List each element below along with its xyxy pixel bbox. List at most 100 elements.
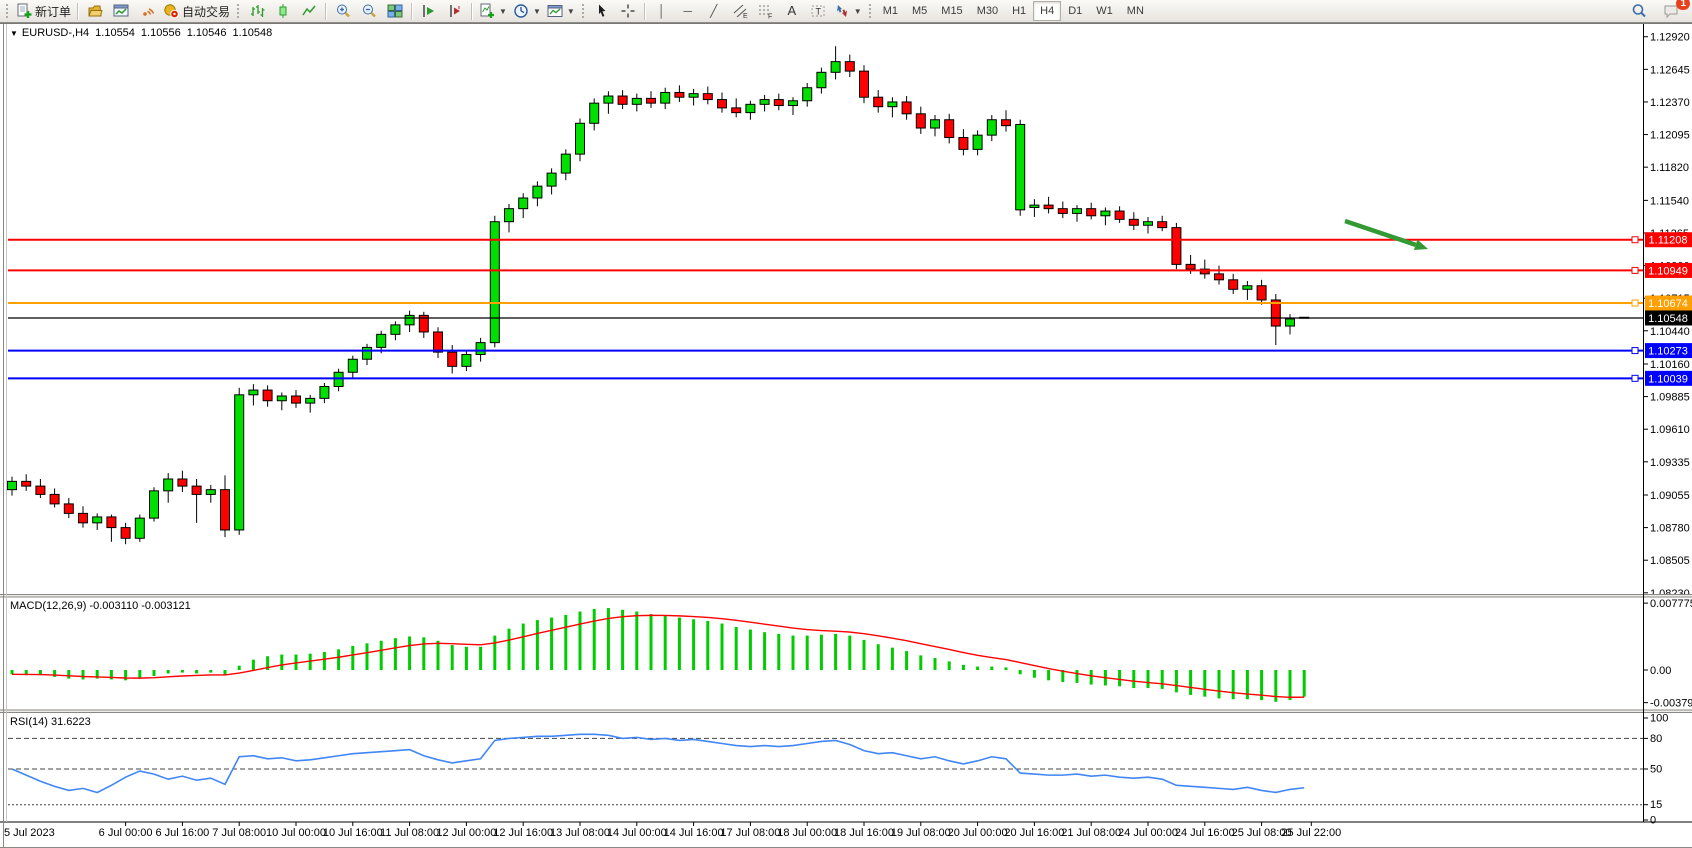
timeframe-w1-button[interactable]: W1 [1089,1,1120,21]
symbol-dropdown-icon[interactable]: ▼ [10,29,18,38]
templates-button[interactable]: ▼ [544,0,578,22]
line-chart-icon [301,3,317,19]
candlestick [916,114,925,128]
profiles-icon [87,3,103,19]
timeframe-d1-button[interactable]: D1 [1061,1,1089,21]
bar-open-value: 1.10554 [95,27,135,39]
timeframe-h4-button[interactable]: H4 [1033,1,1061,21]
toolbar-grip[interactable] [868,3,873,19]
candlestick [249,390,258,395]
candlestick-chart-button[interactable] [270,0,296,22]
line-price-label-text: 1.10674 [1648,298,1688,310]
price-axis-label: 1.08505 [1650,555,1690,567]
new-order-button[interactable]: 新订单 [13,0,74,22]
timeframe-mn-button[interactable]: MN [1120,1,1151,21]
timeframe-m30-button[interactable]: M30 [970,1,1005,21]
crosshair-button[interactable] [615,0,641,22]
text-tool-button[interactable]: A [779,0,805,22]
equidistant-channel-button[interactable]: E [727,0,753,22]
candlestick [760,100,769,105]
periods-button[interactable]: ▼ [510,0,544,22]
vertical-line-button[interactable]: │ [649,0,675,22]
time-axis-label: 24 Jul 16:00 [1175,827,1235,839]
search-button[interactable] [1626,0,1652,22]
trendline-button[interactable]: ╱ [701,0,727,22]
candlestick [959,138,968,150]
signals-button[interactable] [134,0,160,22]
candlestick [576,123,585,154]
bar-close-value: 1.10548 [232,27,272,39]
candlestick [931,120,940,128]
line-handle[interactable] [1632,300,1638,306]
candlestick [36,486,45,494]
candlestick [1101,211,1110,216]
notifications-button[interactable]: 1 [1658,0,1684,22]
tile-windows-button[interactable] [382,0,408,22]
bar-chart-button[interactable] [244,0,270,22]
candlestick [206,490,215,495]
timeframe-m15-button[interactable]: M15 [934,1,969,21]
timeframe-h1-button[interactable]: H1 [1005,1,1033,21]
timeframe-m5-button[interactable]: M5 [905,1,934,21]
rsi-axis-label: 50 [1650,764,1662,776]
main-toolbar: 新订单 自动交易 [0,0,1692,23]
line-handle[interactable] [1632,375,1638,381]
candlestick [363,347,372,359]
candlestick [164,479,173,491]
price-axis-label: 1.12370 [1650,97,1690,109]
time-axis-label: 6 Jul 16:00 [155,827,209,839]
zoom-out-button[interactable] [356,0,382,22]
line-handle[interactable] [1632,348,1638,354]
candlestick [874,97,883,106]
text-label-button[interactable]: T [805,0,831,22]
toolbar-grip[interactable] [236,3,241,19]
toolbar-separator [411,3,413,20]
candlestick [1186,264,1195,269]
bar-high-value: 1.10556 [141,27,181,39]
chart-shift-button[interactable] [442,0,468,22]
horizontal-line-button[interactable]: ─ [675,0,701,22]
toolbar-grip[interactable] [581,3,586,19]
candlestick [391,325,400,334]
candlestick [973,135,982,149]
signals-icon [139,3,155,19]
zoom-in-button[interactable] [330,0,356,22]
dropdown-caret-icon: ▼ [854,7,862,16]
candlestick [1129,219,1138,225]
line-handle[interactable] [1632,237,1638,243]
price-axis-label: 1.10440 [1650,326,1690,338]
candlestick [888,102,897,107]
candlestick [618,96,627,104]
timeframe-m1-button[interactable]: M1 [876,1,905,21]
cursor-button[interactable] [589,0,615,22]
indicators-icon [479,3,495,19]
price-axis-label: 1.09610 [1650,424,1690,436]
arrows-tool-icon [834,3,850,19]
indicators-button[interactable]: ▼ [476,0,510,22]
search-icon [1631,3,1647,19]
autotrading-button[interactable]: 自动交易 [160,0,233,22]
line-price-label-text: 1.11208 [1649,235,1688,247]
line-handle[interactable] [1632,267,1638,273]
data-window-button[interactable] [108,0,134,22]
line-price-label-text: 1.10039 [1648,373,1688,385]
profiles-button[interactable] [82,0,108,22]
line-chart-button[interactable] [296,0,322,22]
auto-scroll-button[interactable] [416,0,442,22]
candlestick [462,354,471,366]
arrows-tool-button[interactable]: ▼ [831,0,865,22]
horizontal-line-icon: ─ [684,4,693,18]
trendline-icon: ╱ [710,4,717,18]
candlestick [320,387,329,399]
time-axis-label: 19 Jul 08:00 [891,827,951,839]
notification-badge: 1 [1676,0,1690,10]
time-axis-label: 20 Jul 00:00 [948,827,1008,839]
bar-low-value: 1.10546 [187,27,227,39]
chart-canvas[interactable]: 1.129201.126451.123701.120951.118201.115… [0,0,1692,848]
toolbar-grip[interactable] [5,3,10,19]
macd-axis-label: 0.007775 [1650,598,1692,610]
macd-axis-label: -0.003797 [1650,698,1692,710]
fibonacci-button[interactable]: F [753,0,779,22]
bar-chart-icon [249,3,265,19]
price-axis-label: 1.09055 [1650,490,1690,502]
